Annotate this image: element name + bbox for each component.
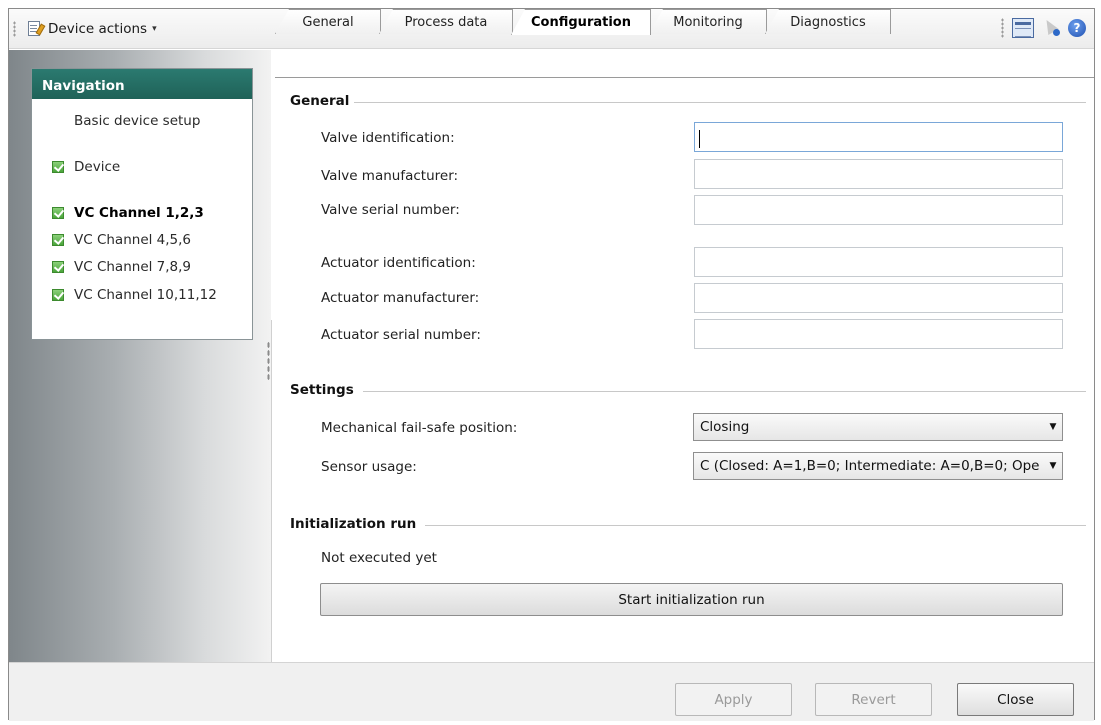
dropdown-arrow-icon: ▼ bbox=[1049, 461, 1057, 471]
nav-item-label: Device bbox=[74, 159, 121, 175]
tab-general[interactable]: General bbox=[275, 9, 381, 34]
section-rule bbox=[363, 391, 1086, 392]
device-actions-label: Device actions bbox=[48, 21, 148, 37]
help-icon[interactable]: ? bbox=[1068, 19, 1086, 37]
checked-icon bbox=[52, 161, 64, 173]
toolbar-separator bbox=[1001, 18, 1004, 38]
tab-diagnostics[interactable]: Diagnostics bbox=[765, 9, 891, 34]
fail-safe-position-select[interactable]: Closing ▼ bbox=[693, 413, 1063, 441]
nav-item-label: Basic device setup bbox=[74, 113, 201, 129]
revert-button[interactable]: Revert bbox=[815, 683, 932, 716]
sensor-usage-label: Sensor usage: bbox=[321, 459, 417, 475]
valve-manufacturer-label: Valve manufacturer: bbox=[321, 168, 459, 184]
device-actions-menu[interactable]: Device actions ▾ bbox=[22, 16, 164, 42]
panel-splitter[interactable] bbox=[271, 50, 275, 662]
actuator-serial-number-input[interactable] bbox=[694, 319, 1063, 349]
section-title-general: General bbox=[290, 93, 350, 109]
chevron-down-icon: ▾ bbox=[152, 24, 157, 34]
tab-process-data[interactable]: Process data bbox=[379, 9, 513, 34]
actuator-serial-number-label: Actuator serial number: bbox=[321, 327, 481, 343]
navigation-header: Navigation bbox=[32, 69, 252, 99]
tab-monitoring[interactable]: Monitoring bbox=[649, 9, 767, 34]
sensor-usage-select[interactable]: C (Closed: A=1,B=0; Intermediate: A=0,B=… bbox=[693, 452, 1063, 480]
nav-item-label: VC Channel 7,8,9 bbox=[74, 259, 192, 275]
toolbar-grip[interactable] bbox=[13, 21, 16, 37]
section-title-initialization: Initialization run bbox=[290, 516, 417, 532]
select-value: Closing bbox=[700, 419, 750, 435]
checked-icon bbox=[52, 261, 64, 273]
tab-divider bbox=[275, 77, 1094, 78]
section-rule bbox=[354, 102, 1086, 103]
nav-item-label: VC Channel 10,11,12 bbox=[74, 287, 217, 303]
device-dialog: Device actions ▾ ? Navigation Basic devi… bbox=[8, 8, 1095, 721]
actuator-identification-label: Actuator identification: bbox=[321, 255, 476, 271]
nav-item-device[interactable]: Device bbox=[52, 159, 120, 175]
nav-item-basic-device-setup[interactable]: Basic device setup bbox=[74, 113, 200, 129]
tab-label: Monitoring bbox=[673, 14, 743, 30]
actuator-identification-input[interactable] bbox=[694, 247, 1063, 277]
pointer-help-icon[interactable] bbox=[1041, 16, 1060, 37]
valve-identification-input[interactable] bbox=[694, 122, 1063, 152]
tab-label: Configuration bbox=[531, 15, 631, 30]
tab-label: Diagnostics bbox=[790, 14, 866, 30]
tab-configuration[interactable]: Configuration bbox=[511, 9, 651, 35]
section-title-settings: Settings bbox=[290, 382, 354, 398]
close-button[interactable]: Close bbox=[957, 683, 1074, 716]
valve-identification-label: Valve identification: bbox=[321, 130, 455, 146]
valve-serial-number-label: Valve serial number: bbox=[321, 202, 460, 218]
toolbar-right: ? bbox=[1001, 16, 1086, 38]
layout-icon[interactable] bbox=[1012, 18, 1034, 38]
select-value: C (Closed: A=1,B=0; Intermediate: A=0,B=… bbox=[700, 458, 1040, 474]
nav-item-label: VC Channel 4,5,6 bbox=[74, 232, 192, 248]
document-edit-icon bbox=[27, 20, 46, 38]
start-initialization-button[interactable]: Start initialization run bbox=[320, 583, 1063, 616]
text-cursor bbox=[699, 130, 700, 148]
valve-serial-number-input[interactable] bbox=[694, 195, 1063, 225]
checked-icon bbox=[52, 289, 64, 301]
nav-item-vc-channel-4-5-6[interactable]: VC Channel 4,5,6 bbox=[52, 232, 191, 248]
nav-item-vc-channel-1-2-3[interactable]: VC Channel 1,2,3 bbox=[52, 205, 204, 221]
nav-item-vc-channel-7-8-9[interactable]: VC Channel 7,8,9 bbox=[52, 259, 191, 275]
checked-icon bbox=[52, 207, 64, 219]
actuator-manufacturer-label: Actuator manufacturer: bbox=[321, 290, 480, 306]
splitter-grip[interactable] bbox=[267, 341, 270, 381]
navigation-area: Navigation Basic device setup Device VC … bbox=[9, 50, 271, 662]
tab-label: General bbox=[302, 14, 354, 30]
checked-icon bbox=[52, 234, 64, 246]
dropdown-arrow-icon: ▼ bbox=[1049, 422, 1057, 432]
initialization-status: Not executed yet bbox=[321, 550, 437, 566]
actuator-manufacturer-input[interactable] bbox=[694, 283, 1063, 313]
fail-safe-position-label: Mechanical fail-safe position: bbox=[321, 420, 518, 436]
nav-item-label: VC Channel 1,2,3 bbox=[74, 205, 204, 221]
splitter-line bbox=[271, 320, 272, 662]
tab-label: Process data bbox=[404, 14, 488, 30]
navigation-panel: Navigation Basic device setup Device VC … bbox=[31, 68, 253, 340]
apply-button[interactable]: Apply bbox=[675, 683, 792, 716]
dialog-footer: Apply Revert Close bbox=[9, 662, 1094, 721]
section-rule bbox=[425, 525, 1086, 526]
valve-manufacturer-input[interactable] bbox=[694, 159, 1063, 189]
nav-item-vc-channel-10-11-12[interactable]: VC Channel 10,11,12 bbox=[52, 287, 217, 303]
